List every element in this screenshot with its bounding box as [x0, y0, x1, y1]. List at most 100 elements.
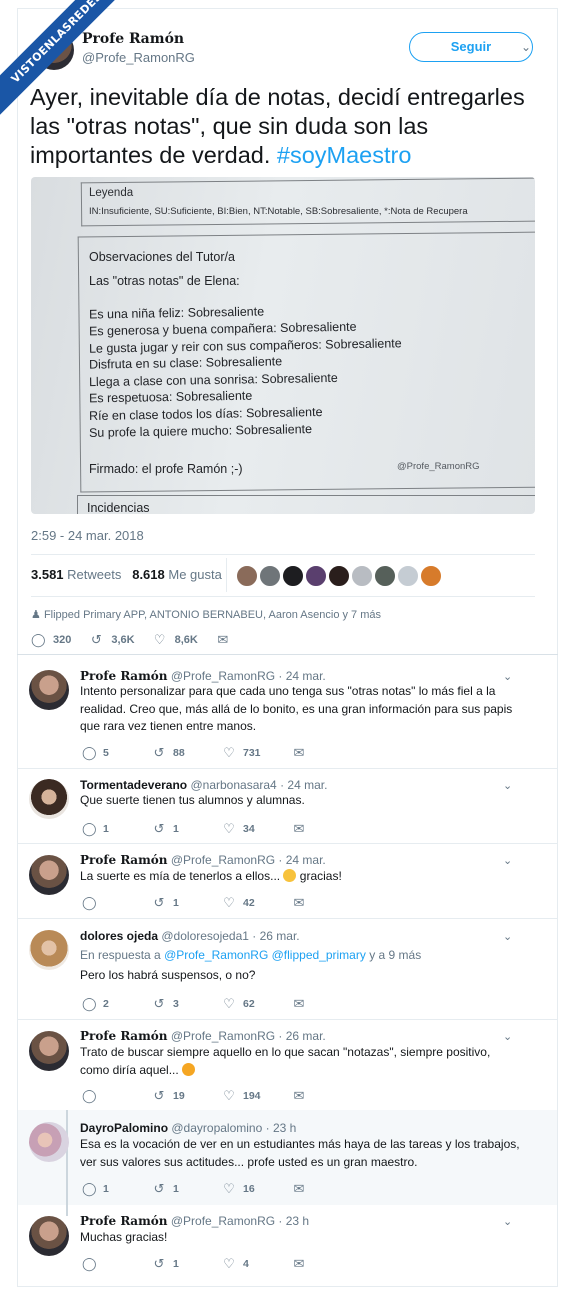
reply-date[interactable]: 23 h — [286, 1214, 309, 1228]
reply-author-name[interactable]: 𝐏𝐫𝐨𝐟𝐞 𝐑𝐚𝐦ó𝐧 — [80, 1214, 168, 1228]
divider — [17, 918, 558, 919]
like-button[interactable]: ♡ 194 — [222, 1088, 292, 1104]
message-button[interactable]: ✉ — [216, 632, 230, 648]
message-button[interactable]: ✉ — [292, 1256, 362, 1272]
reply-button[interactable]: ◯ 2 — [82, 996, 152, 1012]
reply-handle[interactable]: @narbonasara4 — [190, 778, 276, 792]
retweet-button[interactable]: ↺ 1 — [152, 1256, 222, 1272]
message-button[interactable]: ✉ — [292, 821, 362, 837]
reply-button[interactable]: ◯ 1 — [82, 821, 152, 837]
reply-handle[interactable]: @Profe_RamonRG — [171, 1029, 275, 1043]
reply-button[interactable]: ◯ — [82, 895, 152, 911]
reply-header: 𝐏𝐫𝐨𝐟𝐞 𝐑𝐚𝐦ó𝐧 @Profe_RamonRG · 26 mar. — [80, 1029, 326, 1043]
reply-button[interactable]: ◯ — [82, 1256, 152, 1272]
liker-avatar[interactable] — [420, 565, 442, 587]
chevron-down-icon[interactable]: ⌄ — [503, 779, 512, 792]
reply-author-name[interactable]: 𝐏𝐫𝐨𝐟𝐞 𝐑𝐚𝐦ó𝐧 — [80, 1029, 168, 1043]
obs-subtitle: Las "otras notas" de Elena: — [89, 274, 240, 288]
like-button[interactable]: ♡ 8,6K — [153, 632, 198, 648]
like-button[interactable]: ♡ 42 — [222, 895, 292, 911]
retweet-button[interactable]: ↺ 88 — [152, 745, 222, 761]
tweet-timestamp[interactable]: 2:59 - 24 mar. 2018 — [31, 528, 144, 543]
reply-date[interactable]: 24 mar. — [287, 778, 327, 792]
reply-header: Tormentadeverano @narbonasara4 · 24 mar. — [80, 778, 328, 792]
liker-avatar[interactable] — [236, 565, 258, 587]
reply-avatar[interactable] — [29, 1216, 69, 1256]
reply-author-name[interactable]: 𝐏𝐫𝐨𝐟𝐞 𝐑𝐚𝐦ó𝐧 — [80, 853, 168, 867]
retweet-button[interactable]: ↺ 3,6K — [89, 632, 135, 648]
reply-handle[interactable]: @Profe_RamonRG — [171, 1214, 275, 1228]
reply-button[interactable]: ◯ — [82, 1088, 152, 1104]
liker-avatar[interactable] — [259, 565, 281, 587]
reply-button[interactable]: ◯ 5 — [82, 745, 152, 761]
chevron-down-icon[interactable]: ⌄ — [503, 670, 512, 683]
likes-label[interactable]: Me gusta — [168, 567, 221, 582]
in-reply-suffix[interactable]: y a 9 más — [369, 948, 421, 962]
reply-author-name[interactable]: DayroPalomino — [80, 1121, 168, 1135]
likes-count[interactable]: 8.618 — [132, 567, 165, 582]
incidencias-label: Incidencias — [87, 501, 150, 514]
liker-avatar[interactable] — [305, 565, 327, 587]
chevron-down-icon[interactable]: ⌄ — [503, 1215, 512, 1228]
reply-button[interactable]: ◯ 1 — [82, 1181, 152, 1197]
message-button[interactable]: ✉ — [292, 745, 362, 761]
liker-avatar[interactable] — [328, 565, 350, 587]
retweet-button[interactable]: ↺ 3 — [152, 996, 222, 1012]
author-handle[interactable]: @Profe_RamonRG — [82, 50, 195, 65]
reply-date[interactable]: 23 h — [273, 1121, 296, 1135]
reply-author-name[interactable]: dolores ojeda — [80, 929, 158, 943]
liker-avatar[interactable] — [374, 565, 396, 587]
envelope-icon: ✉ — [293, 895, 305, 910]
follow-button[interactable]: Seguir — [409, 32, 533, 62]
like-button[interactable]: ♡ 16 — [222, 1181, 292, 1197]
reply-text-part: La suerte es mía de tenerlos a ellos... — [80, 869, 281, 883]
liker-avatar[interactable] — [282, 565, 304, 587]
chevron-down-icon[interactable]: ⌄ — [503, 930, 512, 943]
retweets-count[interactable]: 3.581 — [31, 567, 64, 582]
message-button[interactable]: ✉ — [292, 996, 362, 1012]
reply-handle[interactable]: @Profe_RamonRG — [171, 669, 275, 683]
reply-button[interactable]: ◯ 320 — [31, 632, 71, 648]
message-button[interactable]: ✉ — [292, 1181, 362, 1197]
tweet-actions: ◯ 320 ↺ 3,6K ♡ 8,6K ✉ — [31, 632, 230, 648]
chevron-down-icon[interactable]: ⌄ — [503, 1030, 512, 1043]
reply-avatar[interactable] — [29, 855, 69, 895]
message-button[interactable]: ✉ — [292, 1088, 362, 1104]
reply-date[interactable]: 24 mar. — [286, 669, 326, 683]
tweet-photo[interactable]: Leyenda IN:Insuficiente, SU:Suficiente, … — [31, 177, 535, 514]
like-button[interactable]: ♡ 4 — [222, 1256, 292, 1272]
like-count: 34 — [243, 823, 255, 835]
liker-avatar[interactable] — [351, 565, 373, 587]
like-button[interactable]: ♡ 62 — [222, 996, 292, 1012]
like-button[interactable]: ♡ 34 — [222, 821, 292, 837]
like-button[interactable]: ♡ 731 — [222, 745, 292, 761]
retweets-label[interactable]: Retweets — [67, 567, 121, 582]
in-reply-links[interactable]: @Profe_RamonRG @flipped_primary — [164, 948, 366, 962]
reply-avatar[interactable] — [29, 1122, 69, 1162]
liker-avatar[interactable] — [397, 565, 419, 587]
reply-avatar[interactable] — [29, 779, 69, 819]
reply-avatar[interactable] — [29, 670, 69, 710]
reply-avatar[interactable] — [29, 930, 69, 970]
hashtag-link[interactable]: #soyMaestro — [277, 142, 412, 168]
reply-handle[interactable]: @doloresojeda1 — [161, 929, 249, 943]
reply-actions: ◯ 1 ↺ 1 ♡ 16 ✉ — [82, 1181, 362, 1197]
reply-author-name[interactable]: Tormentadeverano — [80, 778, 187, 792]
retweet-button[interactable]: ↺ 1 — [152, 821, 222, 837]
retweet-button[interactable]: ↺ 1 — [152, 1181, 222, 1197]
retweet-count: 88 — [173, 747, 185, 759]
retweet-button[interactable]: ↺ 19 — [152, 1088, 222, 1104]
reply-date[interactable]: 26 mar. — [260, 929, 300, 943]
chevron-down-icon[interactable]: ⌄ — [503, 854, 512, 867]
reply-handle[interactable]: @Profe_RamonRG — [171, 853, 275, 867]
reply-handle[interactable]: @dayropalomino — [171, 1121, 262, 1135]
reply-avatar[interactable] — [29, 1031, 69, 1071]
message-button[interactable]: ✉ — [292, 895, 362, 911]
retweet-button[interactable]: ↺ 1 — [152, 895, 222, 911]
thanks-text[interactable]: Flipped Primary APP, ANTONIO BERNABEU, A… — [44, 609, 381, 621]
reply-date[interactable]: 26 mar. — [286, 1029, 326, 1043]
chevron-down-icon[interactable]: ⌄ — [521, 40, 531, 54]
reply-date[interactable]: 24 mar. — [286, 853, 326, 867]
reply-author-name[interactable]: 𝐏𝐫𝐨𝐟𝐞 𝐑𝐚𝐦ó𝐧 — [80, 669, 168, 683]
author-name[interactable]: 𝐏𝐫𝐨𝐟𝐞 𝐑𝐚𝐦ó𝐧 — [82, 31, 184, 47]
